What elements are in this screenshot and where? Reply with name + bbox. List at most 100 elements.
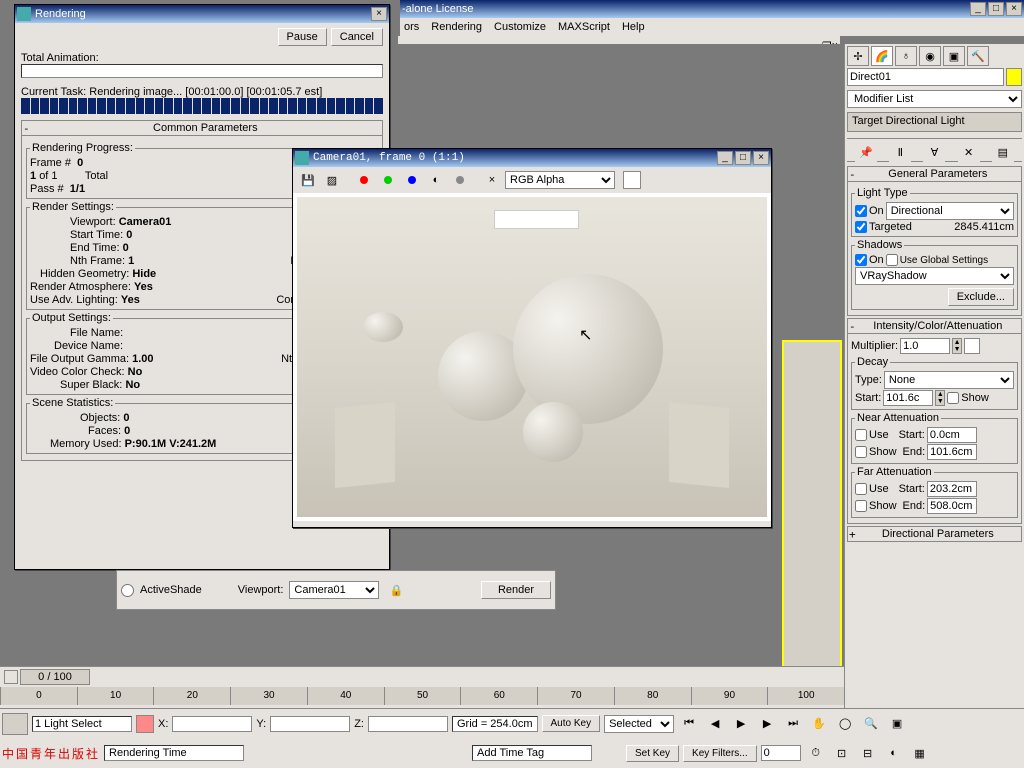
goto-end-icon[interactable]: ⏭ xyxy=(782,713,804,735)
far-use-checkbox[interactable] xyxy=(855,483,867,495)
arc-rotate-icon[interactable]: ◯ xyxy=(834,713,856,735)
lock-selection-icon[interactable] xyxy=(2,713,28,735)
x-coord[interactable] xyxy=(172,716,252,732)
y-coord[interactable] xyxy=(270,716,350,732)
green-channel-icon[interactable] xyxy=(377,169,399,191)
time-slider-handle[interactable]: 0 / 100 xyxy=(20,669,90,685)
vfb-swatch[interactable] xyxy=(623,171,641,189)
rollout-directional-header[interactable]: +Directional Parameters xyxy=(847,526,1022,542)
red-channel-icon[interactable] xyxy=(353,169,375,191)
vfb-close-icon[interactable]: × xyxy=(753,151,769,165)
current-frame-spinner[interactable] xyxy=(761,745,801,761)
keymode-select[interactable]: Selected xyxy=(604,715,674,733)
tab-modify-icon[interactable]: 🌈 xyxy=(871,46,893,66)
shadow-type-select[interactable]: VRayShadow xyxy=(855,267,1014,285)
near-end-spinner[interactable] xyxy=(927,444,977,460)
vfb-titlebar[interactable]: Camera01, frame 0 (1:1) _ □ × xyxy=(293,149,771,167)
render-dialog-titlebar[interactable]: Rendering × xyxy=(15,5,389,23)
menu-rendering[interactable]: Rendering xyxy=(431,21,482,33)
zoom-region-icon[interactable]: ⊟ xyxy=(857,742,879,764)
make-unique-icon[interactable]: ∀ xyxy=(923,141,945,163)
menu-customize[interactable]: Customize xyxy=(494,21,546,33)
pause-button[interactable]: Pause xyxy=(278,28,327,46)
render-button[interactable]: Render xyxy=(481,581,551,599)
remove-modifier-icon[interactable]: ✕ xyxy=(958,141,980,163)
configure-sets-icon[interactable]: ▤ xyxy=(992,141,1014,163)
light-color-swatch[interactable] xyxy=(964,338,980,354)
tab-display-icon[interactable]: ▣ xyxy=(943,46,965,66)
add-time-tag[interactable]: Add Time Tag xyxy=(472,745,592,761)
multiplier-spinner[interactable] xyxy=(900,338,950,354)
timeline-ruler[interactable]: 0 10 20 30 40 50 60 70 80 90 100 xyxy=(0,687,844,705)
common-params-header[interactable]: -Common Parameters xyxy=(21,120,383,136)
z-coord[interactable] xyxy=(368,716,448,732)
exclude-button[interactable]: Exclude... xyxy=(948,288,1014,306)
time-prev-icon[interactable] xyxy=(4,670,18,684)
menu-maxscript[interactable]: MAXScript xyxy=(558,21,610,33)
activeshade-radio[interactable] xyxy=(121,584,134,597)
goto-start-icon[interactable]: ⏮ xyxy=(678,713,700,735)
render-close-icon[interactable]: × xyxy=(371,7,387,21)
minimize-icon[interactable]: _ xyxy=(970,2,986,16)
decay-start-spinner[interactable] xyxy=(883,390,933,406)
far-start-spinner[interactable] xyxy=(927,481,977,497)
lock-icon[interactable] xyxy=(136,715,154,733)
modifier-stack-item[interactable]: Target Directional Light xyxy=(847,112,1022,132)
object-name-input[interactable] xyxy=(847,68,1004,86)
cancel-button[interactable]: Cancel xyxy=(331,28,383,46)
tab-utilities-icon[interactable]: 🔨 xyxy=(967,46,989,66)
close-icon[interactable]: × xyxy=(1006,2,1022,16)
multiplier-spin-icon[interactable]: ▲▼ xyxy=(952,338,962,354)
near-use-checkbox[interactable] xyxy=(855,429,867,441)
zoom-extents-icon[interactable]: ⊡ xyxy=(831,742,853,764)
setkey-button[interactable]: Set Key xyxy=(626,745,679,762)
vfb-minimize-icon[interactable]: _ xyxy=(717,151,733,165)
next-frame-icon[interactable]: ▶ xyxy=(756,713,778,735)
object-color-swatch[interactable] xyxy=(1006,68,1022,86)
lock-viewport-icon[interactable]: 🔒 xyxy=(385,579,407,601)
channel-select[interactable]: RGB Alpha xyxy=(505,171,615,189)
shadows-on-checkbox[interactable] xyxy=(855,254,867,266)
clear-icon[interactable]: × xyxy=(481,169,503,191)
viewport-select[interactable]: Camera01 xyxy=(289,581,379,599)
near-show-checkbox[interactable] xyxy=(855,446,867,458)
rollout-general-header[interactable]: -General Parameters xyxy=(847,166,1022,182)
show-end-result-icon[interactable]: Ⅱ xyxy=(889,141,911,163)
time-config-icon[interactable]: ⏱ xyxy=(805,742,827,764)
tab-create-icon[interactable]: ✢ xyxy=(847,46,869,66)
decay-type-select[interactable]: None xyxy=(884,371,1014,389)
light-on-checkbox[interactable] xyxy=(855,205,867,217)
mono-channel-icon[interactable] xyxy=(449,169,471,191)
targeted-checkbox[interactable] xyxy=(855,221,867,233)
maximize-viewport-icon[interactable]: ▣ xyxy=(886,713,908,735)
near-start-spinner[interactable] xyxy=(927,427,977,443)
zoom-icon[interactable]: 🔍 xyxy=(860,713,882,735)
pin-stack-icon[interactable]: 📌 xyxy=(855,141,877,163)
light-type-select[interactable]: Directional xyxy=(886,202,1014,220)
alpha-channel-icon[interactable]: ◐ xyxy=(425,169,447,191)
rollout-intensity-header[interactable]: -Intensity/Color/Attenuation xyxy=(847,318,1022,334)
keyfilters-button[interactable]: Key Filters... xyxy=(683,745,757,762)
maximize-icon[interactable]: □ xyxy=(988,2,1004,16)
fov-icon[interactable]: ◐ xyxy=(883,742,905,764)
blue-channel-icon[interactable] xyxy=(401,169,423,191)
tab-hierarchy-icon[interactable]: ♁ xyxy=(895,46,917,66)
decay-show-checkbox[interactable] xyxy=(947,392,959,404)
far-show-checkbox[interactable] xyxy=(855,500,867,512)
pan-icon[interactable]: ✋ xyxy=(808,713,830,735)
menu-tors[interactable]: ors xyxy=(404,21,419,33)
play-icon[interactable]: ▶ xyxy=(730,713,752,735)
prev-frame-icon[interactable]: ◀ xyxy=(704,713,726,735)
min-max-icon[interactable]: ▦ xyxy=(909,742,931,764)
far-end-spinner[interactable] xyxy=(927,498,977,514)
decay-start-spin-icon[interactable]: ▲▼ xyxy=(935,390,945,406)
of-label: of 1 xyxy=(39,170,57,182)
use-global-checkbox[interactable] xyxy=(886,254,898,266)
menu-help[interactable]: Help xyxy=(622,21,645,33)
vfb-maximize-icon[interactable]: □ xyxy=(735,151,751,165)
autokey-button[interactable]: Auto Key xyxy=(542,715,601,732)
tab-motion-icon[interactable]: ◉ xyxy=(919,46,941,66)
modifier-list-select[interactable]: Modifier List xyxy=(847,90,1022,108)
save-image-icon[interactable]: 💾 xyxy=(297,169,319,191)
clone-icon[interactable]: ▨ xyxy=(321,169,343,191)
